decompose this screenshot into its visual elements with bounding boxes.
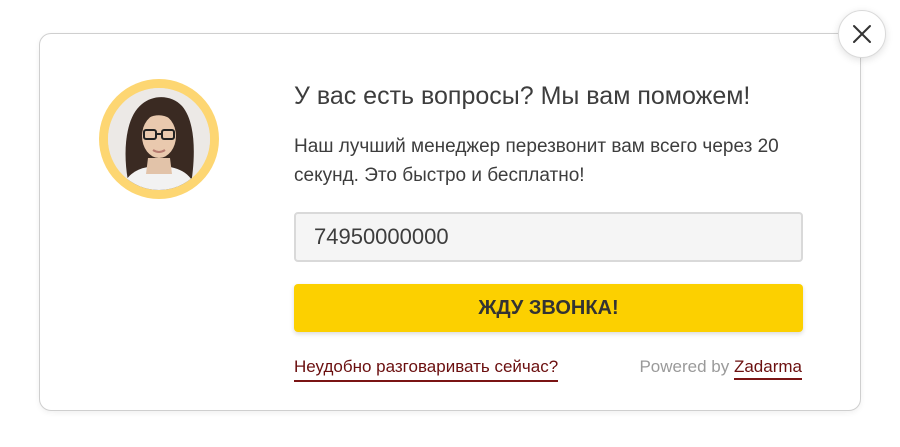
phone-input[interactable] — [294, 212, 803, 262]
popup-title: У вас есть вопросы? Мы вам поможем! — [294, 82, 751, 110]
close-icon — [853, 25, 871, 43]
call-later-link[interactable]: Неудобно разговаривать сейчас? — [294, 356, 559, 382]
popup-description: Наш лучший менеджер перезвонит вам всего… — [294, 136, 779, 186]
avatar-photo — [108, 88, 210, 190]
close-button[interactable] — [838, 10, 886, 58]
zadarma-link[interactable]: Zadarma — [733, 357, 802, 380]
powered-by-label: Powered by — [639, 357, 730, 376]
powered-by: Powered by Zadarma — [639, 356, 802, 380]
manager-avatar — [99, 79, 219, 199]
call-me-button[interactable]: ЖДУ ЗВОНКА! — [294, 284, 803, 332]
